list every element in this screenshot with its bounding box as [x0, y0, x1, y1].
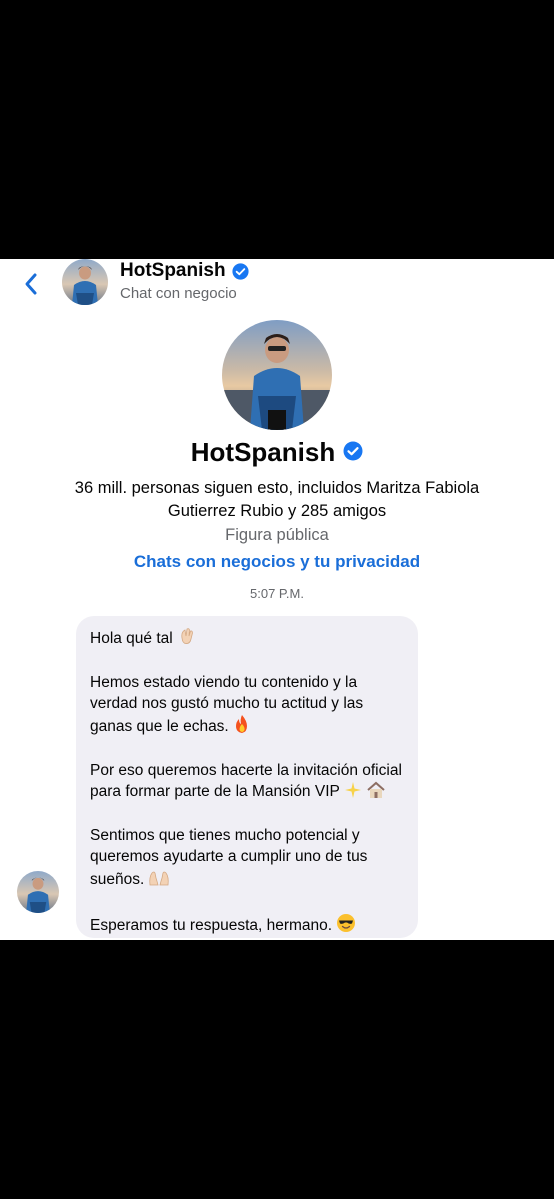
chat-screen: HotSpanish Chat con negocio HotSpanish 3… [0, 259, 554, 940]
business-privacy-link[interactable]: Chats con negocios y tu privacidad [0, 552, 554, 572]
sender-avatar[interactable] [17, 871, 59, 913]
sparkles-icon [344, 781, 362, 805]
category-label: Figura pública [225, 526, 329, 544]
header-name: HotSpanish [120, 260, 226, 281]
verified-badge-icon [343, 437, 363, 468]
profile-name: HotSpanish [190, 437, 336, 467]
header-subtitle: Chat con negocio [120, 285, 237, 302]
waving-hand-icon [177, 626, 197, 652]
message-paragraph: Esperamos tu respuesta, hermano. [90, 913, 404, 939]
profile-title: HotSpanish [0, 437, 554, 468]
verified-badge-icon [231, 262, 249, 280]
message-paragraph: Hemos estado viendo tu contenido y la ve… [90, 672, 404, 740]
followers-text: 36 mill. personas siguen esto, incluidos… [74, 479, 480, 520]
profile-avatar[interactable] [222, 320, 332, 430]
house-icon [366, 781, 386, 805]
back-chevron-icon[interactable] [18, 271, 44, 297]
header-avatar[interactable] [62, 259, 108, 305]
fire-icon [233, 714, 251, 740]
header-title[interactable]: HotSpanish [120, 260, 249, 282]
message-timestamp: 5:07 P.M. [250, 586, 304, 601]
raising-hands-icon [148, 867, 170, 893]
message-paragraph: Sentimos que tienes mucho potencial y qu… [90, 825, 404, 893]
message-paragraph: Hola qué tal [90, 626, 404, 652]
message-bubble[interactable]: Hola qué tal Hemos estado viendo tu cont… [76, 616, 418, 938]
message-paragraph: Por eso queremos hacerte la invitación o… [90, 760, 404, 805]
sunglasses-face-icon [336, 913, 356, 939]
